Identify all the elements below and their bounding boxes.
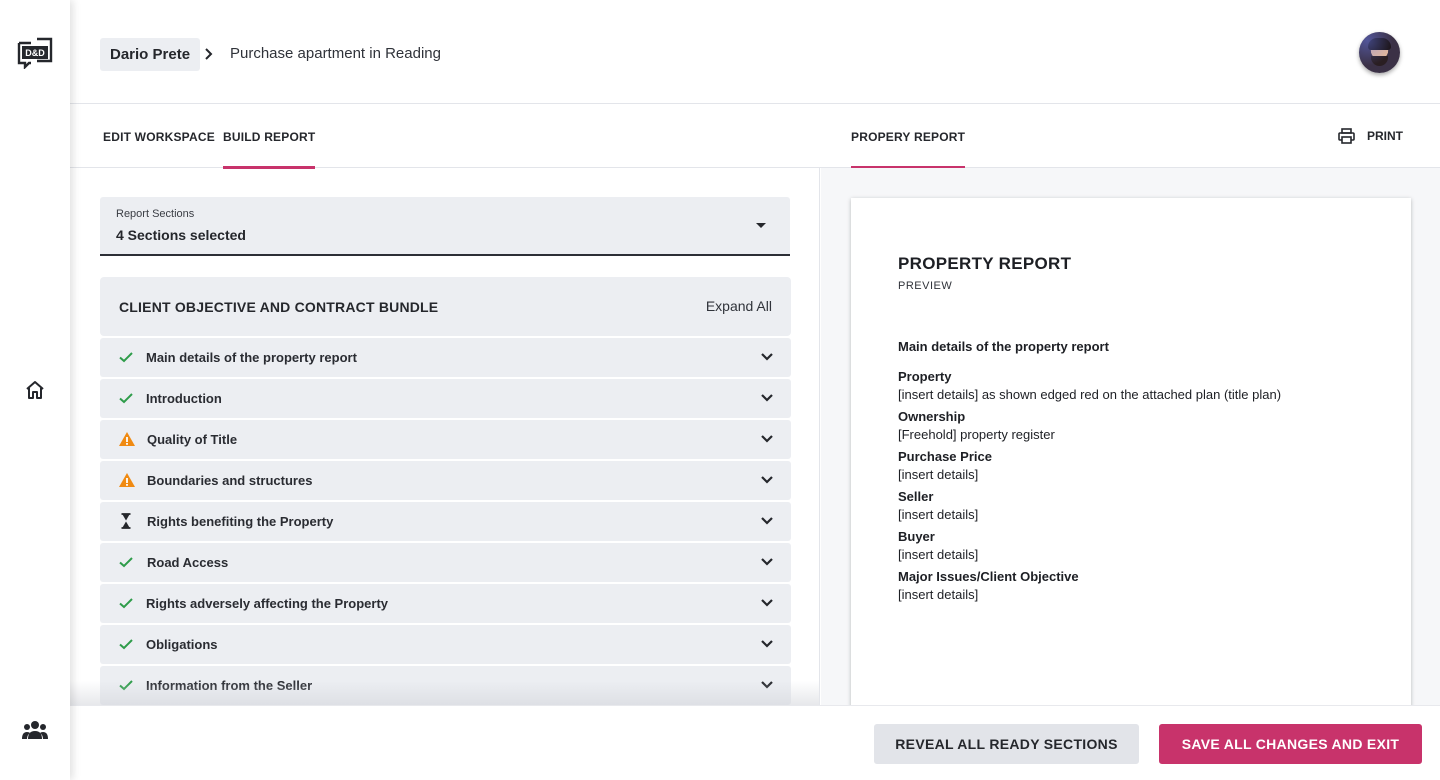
bundle-title: CLIENT OBJECTIVE AND CONTRACT BUNDLE [119, 299, 439, 315]
print-label: PRINT [1367, 129, 1403, 143]
section-row[interactable]: Boundaries and structures [100, 461, 791, 500]
section-label: Road Access [147, 555, 229, 570]
tab-build-report[interactable]: BUILD REPORT [223, 104, 316, 169]
printer-icon [1338, 128, 1355, 144]
breadcrumb-client[interactable]: Dario Prete [100, 38, 201, 71]
warning-icon [118, 431, 135, 447]
preview-field: Purchase Price [insert details] [898, 448, 1378, 484]
chevron-down-icon[interactable] [760, 475, 774, 485]
avatar-glow [1359, 32, 1400, 73]
dropdown-caret-icon [756, 223, 766, 228]
report-sections-select[interactable]: Report Sections 4 Sections selected [100, 197, 790, 256]
expand-all-link[interactable]: Expand All [706, 298, 772, 314]
section-label: Obligations [146, 637, 218, 652]
field-value: [insert details] [898, 467, 979, 482]
preview-title: PROPERTY REPORT [898, 254, 1072, 273]
field-value: [insert details] [898, 587, 979, 602]
chevron-down-icon[interactable] [760, 639, 774, 649]
preview-field: Major Issues/Client Objective [insert de… [898, 568, 1378, 604]
section-row[interactable]: Quality of Title [100, 420, 791, 459]
check-icon [118, 677, 134, 693]
breadcrumb-project: Purchase apartment in Reading [230, 45, 441, 62]
field-value: [insert details] [898, 547, 979, 562]
chevron-down-icon[interactable] [760, 352, 774, 362]
section-row[interactable]: Rights benefiting the Property [100, 502, 791, 541]
section-label: Information from the Seller [146, 678, 313, 693]
field-key: Purchase Price [898, 449, 992, 464]
section-label: Boundaries and structures [147, 473, 313, 488]
section-row[interactable]: Rights adversely affecting the Property [100, 584, 791, 623]
preview-field: Ownership [Freehold] property register [898, 408, 1378, 444]
chevron-down-icon[interactable] [760, 516, 774, 526]
field-value: [insert details] as shown edged red on t… [898, 387, 1282, 402]
section-list: Main details of the property report Intr… [100, 338, 791, 705]
preview-field: Property [insert details] as shown edged… [898, 368, 1378, 404]
section-label: Quality of Title [147, 432, 238, 447]
select-value: 4 Sections selected [116, 227, 246, 243]
preview-subtitle: PREVIEW [898, 280, 953, 292]
people-icon[interactable] [22, 720, 48, 740]
section-row[interactable]: Obligations [100, 625, 791, 664]
action-footer: REVEAL ALL READY SECTIONS SAVE ALL CHANG… [70, 705, 1440, 780]
section-label: Rights adversely affecting the Property [146, 596, 389, 611]
field-key: Buyer [898, 529, 935, 544]
field-value: [insert details] [898, 507, 979, 522]
check-icon [118, 554, 134, 570]
svg-text:D&D: D&D [25, 48, 45, 58]
section-label: Main details of the property report [146, 350, 357, 365]
chevron-down-icon[interactable] [760, 393, 774, 403]
top-header: Dario Prete Purchase apartment in Readin… [70, 0, 1440, 104]
save-and-exit-button[interactable]: SAVE ALL CHANGES AND EXIT [1159, 724, 1422, 764]
field-key: Ownership [898, 409, 966, 424]
field-key: Seller [898, 489, 934, 504]
section-row[interactable]: Introduction [100, 379, 791, 418]
field-value: [Freehold] property register [898, 427, 1055, 442]
warning-icon [118, 472, 135, 488]
check-icon [118, 390, 134, 406]
chevron-right-icon [205, 48, 213, 60]
field-key: Major Issues/Client Objective [898, 569, 1079, 584]
section-row[interactable]: Road Access [100, 543, 791, 582]
field-key: Property [898, 369, 952, 384]
preview-main-heading: Main details of the property report [898, 339, 1109, 354]
tab-property-report[interactable]: PROPERY REPORT [851, 104, 966, 169]
bundle-header: CLIENT OBJECTIVE AND CONTRACT BUNDLE Exp… [100, 277, 791, 336]
section-label: Rights benefiting the Property [147, 514, 334, 529]
hourglass-icon [118, 513, 134, 529]
preview-fields: Property [insert details] as shown edged… [898, 368, 1378, 608]
build-report-panel: Report Sections 4 Sections selected CLIE… [70, 168, 820, 705]
chevron-down-icon[interactable] [760, 598, 774, 608]
section-row[interactable]: Main details of the property report [100, 338, 791, 377]
check-icon [118, 636, 134, 652]
preview-field: Buyer [insert details] [898, 528, 1378, 564]
user-avatar[interactable] [1359, 32, 1400, 73]
home-icon[interactable] [23, 378, 47, 402]
chevron-down-icon[interactable] [760, 680, 774, 690]
chevron-down-icon[interactable] [760, 434, 774, 444]
app-root: D&D Dario Prete Purchase apartment in Re… [0, 0, 1440, 780]
section-row[interactable]: Information from the Seller [100, 666, 791, 705]
report-preview-panel: PROPERTY REPORT PREVIEW Main details of … [821, 168, 1440, 705]
dd-logo-icon[interactable]: D&D [17, 37, 53, 69]
report-preview-page: PROPERTY REPORT PREVIEW Main details of … [851, 198, 1411, 705]
print-button[interactable]: PRINT [1338, 126, 1403, 146]
section-label: Introduction [146, 391, 222, 406]
preview-field: Seller [insert details] [898, 488, 1378, 524]
tab-edit-workspace[interactable]: EDIT WORKSPACE [103, 104, 215, 168]
select-label: Report Sections [116, 208, 195, 220]
reveal-all-ready-button[interactable]: REVEAL ALL READY SECTIONS [874, 724, 1139, 764]
side-rail: D&D [0, 0, 70, 780]
tabs-bar: EDIT WORKSPACE BUILD REPORT PROPERY REPO… [70, 104, 1440, 169]
check-icon [118, 349, 134, 365]
check-icon [118, 595, 134, 611]
chevron-down-icon[interactable] [760, 557, 774, 567]
